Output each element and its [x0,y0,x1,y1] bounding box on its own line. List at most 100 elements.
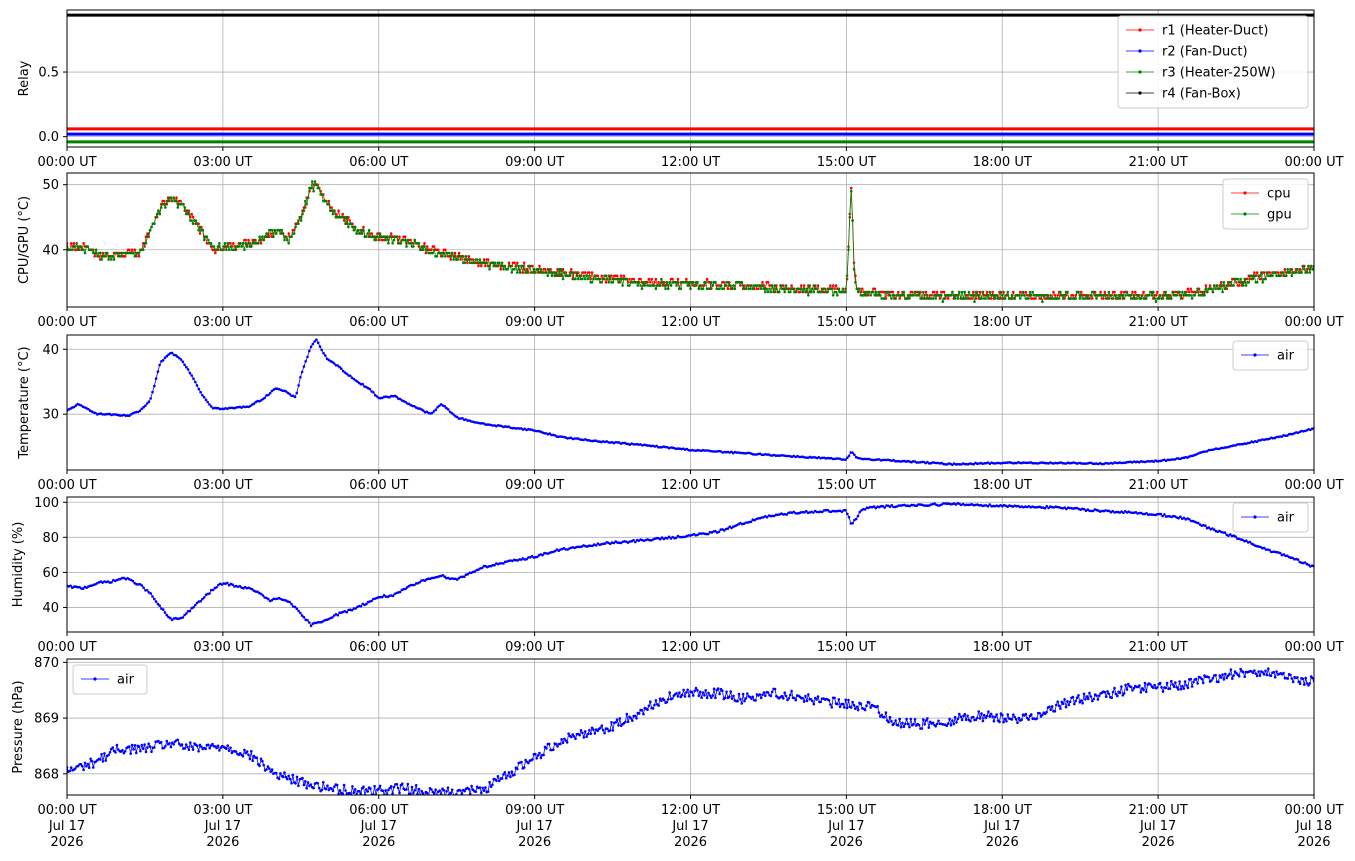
series-air-point [158,604,161,607]
series-gpu-point [320,193,324,196]
series-air-point [1275,670,1278,673]
series-air-point [690,690,694,694]
series-air-point [1278,551,1282,555]
series-gpu-point [75,242,78,245]
series-cpu-point [891,290,895,294]
series-cpu-point [1186,287,1190,291]
series-air-point [700,696,703,699]
series-gpu-point [1289,268,1292,271]
series-gpu-point [837,287,841,291]
series-gpu-point [1239,277,1242,281]
series-air-point [1289,673,1292,677]
series-air-point [481,786,485,790]
series-gpu-point [1059,290,1062,294]
series-air-point [1073,702,1076,706]
series-air-point [531,758,534,761]
series-air-point [358,790,361,793]
series-gpu-point [412,245,415,248]
series-air-point [565,741,569,744]
series-air-point [227,749,231,753]
x-tick-label: 21:00 UT [1129,155,1188,170]
series-air-point [980,712,983,715]
series-air-point [746,692,749,695]
x-tick-label: 09:00 UT [505,478,564,493]
series-gpu-point [396,238,400,242]
series-cpu-point [1079,290,1083,294]
series-air-point [137,745,141,748]
legend-entry: r2 (Fan-Duct) [1162,45,1248,60]
series-cpu-point [69,242,73,245]
series-gpu-point [877,290,881,294]
series-cpu-point [1056,294,1059,297]
series-gpu-point [74,245,77,248]
series-gpu-point [283,238,286,242]
series-cpu-point [782,284,785,287]
series-air-point [728,695,731,699]
series-cpu-point [632,277,635,281]
series-gpu-point [556,274,559,278]
series-gpu-point [1109,294,1112,297]
series-air-point [741,692,745,696]
series-air-point [1178,680,1181,683]
series-gpu-point [198,225,202,229]
series-air-point [963,712,967,716]
series-air-point [302,783,306,787]
series-air-point [92,766,95,769]
series-cpu-point [432,245,436,248]
series-gpu-point [985,294,989,297]
series-gpu-point [711,284,714,287]
series-cpu-point [198,232,202,235]
series-air-point [1088,691,1091,695]
series-gpu-point [1170,297,1173,300]
series-air-point [181,616,185,619]
series-air-point [959,715,962,718]
series-air-point [180,743,184,746]
series-air-point [378,784,382,788]
series-air-point [668,691,671,694]
series-air-point [484,786,487,789]
x-tick-label: 00:00 UT [37,315,96,330]
series-air-point [302,365,306,368]
series-air-point [909,717,913,721]
series-gpu-point [697,287,701,291]
series-cpu-point [101,251,105,255]
series-gpu-point [148,228,152,232]
series-air-point [331,789,335,793]
series-air-point [989,712,993,716]
series-gpu-point [665,281,669,284]
series-air-point [1251,671,1255,675]
series-gpu-point [845,274,849,278]
series-gpu-point [748,287,752,291]
series-cpu-point [130,248,134,252]
series-air-point [1210,679,1213,682]
series-gpu-point [729,284,732,287]
x-tick-label: 00:00 UT [1284,640,1343,655]
series-gpu-point [759,287,763,291]
series-cpu-point [849,186,853,190]
series-air-point [1111,690,1115,694]
series-air-point [359,605,363,608]
series-gpu-point [949,294,953,297]
series-gpu-point [1282,271,1285,274]
series-air-point [1020,718,1023,721]
series-cpu-point [175,196,178,199]
panel-3: 3040Temperature (°C)00:00 UT 03:00 UT 06:0… [17,334,1344,493]
series-gpu-point [582,274,586,278]
series-cpu-point [583,271,587,274]
series-gpu-point [912,294,915,297]
series-cpu-point [1219,281,1223,284]
series-air-point [855,705,859,709]
series-air-point [1185,684,1188,687]
series-gpu-point [233,248,236,252]
series-air-point [100,752,103,756]
series-air-point [101,760,105,763]
series-gpu-point [1085,294,1089,297]
series-cpu-point [449,258,453,261]
series-air-point [561,741,565,745]
series-air-point [258,764,261,768]
series-gpu-point [692,281,695,284]
series-air-point [486,790,490,793]
series-air-point [640,708,644,712]
series-gpu-point [294,225,297,229]
series-air-point [286,777,289,781]
